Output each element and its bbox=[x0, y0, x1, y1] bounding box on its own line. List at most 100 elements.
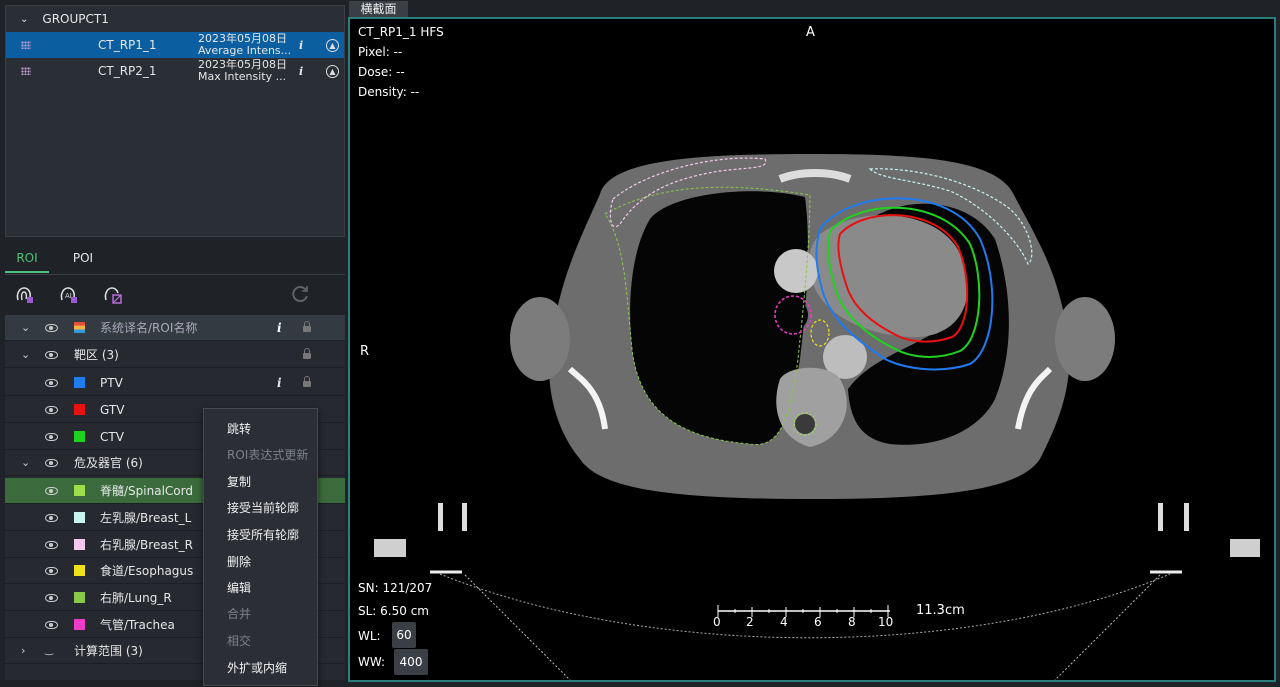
axial-viewer[interactable]: CT_RP1_1 HFS Pixel: -- Dose: -- Density:… bbox=[348, 17, 1276, 682]
roi-label: 右乳腺/Breast_R bbox=[100, 538, 193, 552]
eye-icon[interactable] bbox=[45, 378, 58, 387]
menu-item-expand-shrink[interactable]: 外扩或内缩 bbox=[227, 659, 287, 676]
roi-label: 脊髓/SpinalCord bbox=[100, 484, 193, 498]
series-row[interactable]: CT_RP2_1 2023年05月08日 Max Intensity ... i… bbox=[6, 58, 344, 84]
series-description: Average Intens... bbox=[198, 44, 290, 57]
chevron-down-icon[interactable]: ⌄ bbox=[20, 14, 28, 25]
info-icon[interactable]: i bbox=[277, 376, 282, 390]
roi-color-swatch[interactable] bbox=[74, 565, 85, 576]
roi-category-label: 计算范围 (3) bbox=[74, 644, 143, 658]
eye-icon[interactable] bbox=[45, 540, 58, 549]
roi-label: PTV bbox=[100, 375, 123, 390]
series-status-icon[interactable]: ▲ bbox=[326, 38, 339, 52]
lock-icon[interactable] bbox=[303, 376, 311, 387]
wl-label: WL: bbox=[358, 629, 381, 643]
eye-icon[interactable] bbox=[45, 458, 58, 467]
eye-icon[interactable] bbox=[45, 513, 58, 522]
tab-roi[interactable]: ROI bbox=[5, 243, 49, 273]
series-name: CT_RP2_1 bbox=[98, 64, 157, 78]
roi-label: GTV bbox=[100, 402, 125, 417]
wl-input[interactable]: 60 bbox=[392, 622, 416, 648]
eye-icon[interactable] bbox=[45, 405, 58, 414]
roi-poi-tabs: ROI POI bbox=[5, 243, 345, 273]
menu-item-roi-expression-update[interactable]: ROI表达式更新 bbox=[227, 446, 308, 463]
series-name: CT_RP1_1 bbox=[98, 38, 157, 52]
roi-category-label: 危及器官 (6) bbox=[74, 456, 143, 470]
context-menu: 跳转 ROI表达式更新 复制 接受当前轮廓 接受所有轮廓 删除 编辑 合并 相交… bbox=[203, 408, 318, 686]
chevron-right-icon[interactable]: › bbox=[21, 644, 25, 657]
slice-location: SL: 6.50 cm bbox=[358, 604, 429, 618]
menu-item-jump[interactable]: 跳转 bbox=[227, 420, 251, 437]
eye-icon[interactable] bbox=[45, 593, 58, 602]
roi-label: 右肺/Lung_R bbox=[100, 591, 172, 605]
info-icon[interactable]: i bbox=[299, 39, 303, 52]
add-roi-icon[interactable] bbox=[13, 283, 35, 305]
eye-icon[interactable] bbox=[45, 432, 58, 441]
roi-color-swatch[interactable] bbox=[74, 377, 85, 388]
menu-item-delete[interactable]: 删除 bbox=[227, 553, 251, 570]
eye-icon[interactable] bbox=[45, 566, 58, 575]
roi-color-swatch[interactable] bbox=[74, 592, 85, 603]
menu-item-accept-all-contours[interactable]: 接受所有轮廓 bbox=[227, 526, 299, 543]
eye-icon[interactable] bbox=[45, 350, 58, 359]
ww-input[interactable]: 400 bbox=[394, 649, 428, 675]
dose-readout: Dose: -- bbox=[358, 65, 405, 79]
edit-contour-icon[interactable] bbox=[101, 283, 123, 305]
roi-header-row: ⌄ 系统译名/ROI名称 i bbox=[5, 315, 345, 341]
group-row[interactable]: ⌄ GROUPCT1 bbox=[6, 6, 344, 32]
scale-bar bbox=[717, 605, 890, 617]
series-row[interactable]: CT_RP1_1 2023年05月08日 Average Intens... i… bbox=[6, 32, 344, 58]
info-icon[interactable]: i bbox=[299, 65, 303, 78]
tab-poi[interactable]: POI bbox=[61, 243, 105, 273]
roi-color-swatch[interactable] bbox=[74, 512, 85, 523]
palette-icon bbox=[74, 322, 85, 333]
roi-header-label: 系统译名/ROI名称 bbox=[100, 321, 198, 335]
density-readout: Density: -- bbox=[358, 85, 420, 99]
eye-icon[interactable] bbox=[45, 323, 58, 332]
series-grid-icon bbox=[21, 67, 31, 75]
auto-roi-icon[interactable]: AI bbox=[57, 283, 79, 305]
scale-tick-label: 8 bbox=[848, 615, 856, 629]
roi-category-row[interactable]: ⌄ 靶区 (3) bbox=[5, 342, 345, 368]
menu-item-copy[interactable]: 复制 bbox=[227, 473, 251, 490]
series-desc: 2023年05月08日 Max Intensity ... bbox=[198, 59, 290, 83]
menu-item-intersect[interactable]: 相交 bbox=[227, 632, 251, 649]
roi-color-swatch[interactable] bbox=[74, 431, 85, 442]
series-status-icon[interactable]: ▲ bbox=[326, 64, 339, 78]
tab-divider bbox=[5, 274, 345, 275]
roi-row[interactable]: PTV i bbox=[5, 370, 345, 396]
eye-icon[interactable] bbox=[45, 486, 58, 495]
lock-icon[interactable] bbox=[303, 321, 311, 332]
lock-icon[interactable] bbox=[303, 348, 311, 359]
menu-item-merge[interactable]: 合并 bbox=[227, 605, 251, 622]
scale-tick-label: 0 bbox=[713, 615, 721, 629]
viewer-tab-axial[interactable]: 横截面 bbox=[349, 1, 408, 17]
roi-category-label: 靶区 (3) bbox=[74, 348, 119, 362]
roi-color-swatch[interactable] bbox=[74, 539, 85, 550]
orientation-anterior: A bbox=[806, 25, 815, 40]
series-panel: ⌄ GROUPCT1 CT_RP1_1 2023年05月08日 Average … bbox=[5, 5, 345, 237]
eye-icon[interactable] bbox=[45, 620, 58, 629]
svg-text:AI: AI bbox=[65, 292, 72, 300]
pixel-readout: Pixel: -- bbox=[358, 45, 403, 59]
roi-label: 左乳腺/Breast_L bbox=[100, 511, 192, 525]
series-label: CT_RP1_1 HFS bbox=[358, 25, 444, 39]
ct-image[interactable] bbox=[350, 19, 1274, 680]
eye-closed-icon[interactable]: ‿ bbox=[45, 645, 53, 656]
roi-color-swatch[interactable] bbox=[74, 485, 85, 496]
ww-label: WW: bbox=[358, 655, 386, 669]
scale-tick-label: 10 bbox=[878, 615, 894, 629]
chevron-down-icon[interactable]: ⌄ bbox=[21, 348, 30, 361]
menu-item-edit[interactable]: 编辑 bbox=[227, 579, 251, 596]
roi-label: 食道/Esophagus bbox=[100, 564, 194, 578]
scale-tick-label: 6 bbox=[814, 615, 822, 629]
chevron-down-icon[interactable]: ⌄ bbox=[21, 456, 30, 469]
roi-color-swatch[interactable] bbox=[74, 404, 85, 415]
info-icon[interactable]: i bbox=[277, 321, 282, 335]
chevron-down-icon[interactable]: ⌄ bbox=[21, 321, 30, 334]
scale-tick-label: 2 bbox=[746, 615, 754, 629]
menu-item-accept-current-contour[interactable]: 接受当前轮廓 bbox=[227, 499, 299, 516]
roi-label: 气管/Trachea bbox=[100, 618, 175, 632]
roi-color-swatch[interactable] bbox=[74, 619, 85, 630]
refresh-icon[interactable] bbox=[290, 283, 312, 305]
